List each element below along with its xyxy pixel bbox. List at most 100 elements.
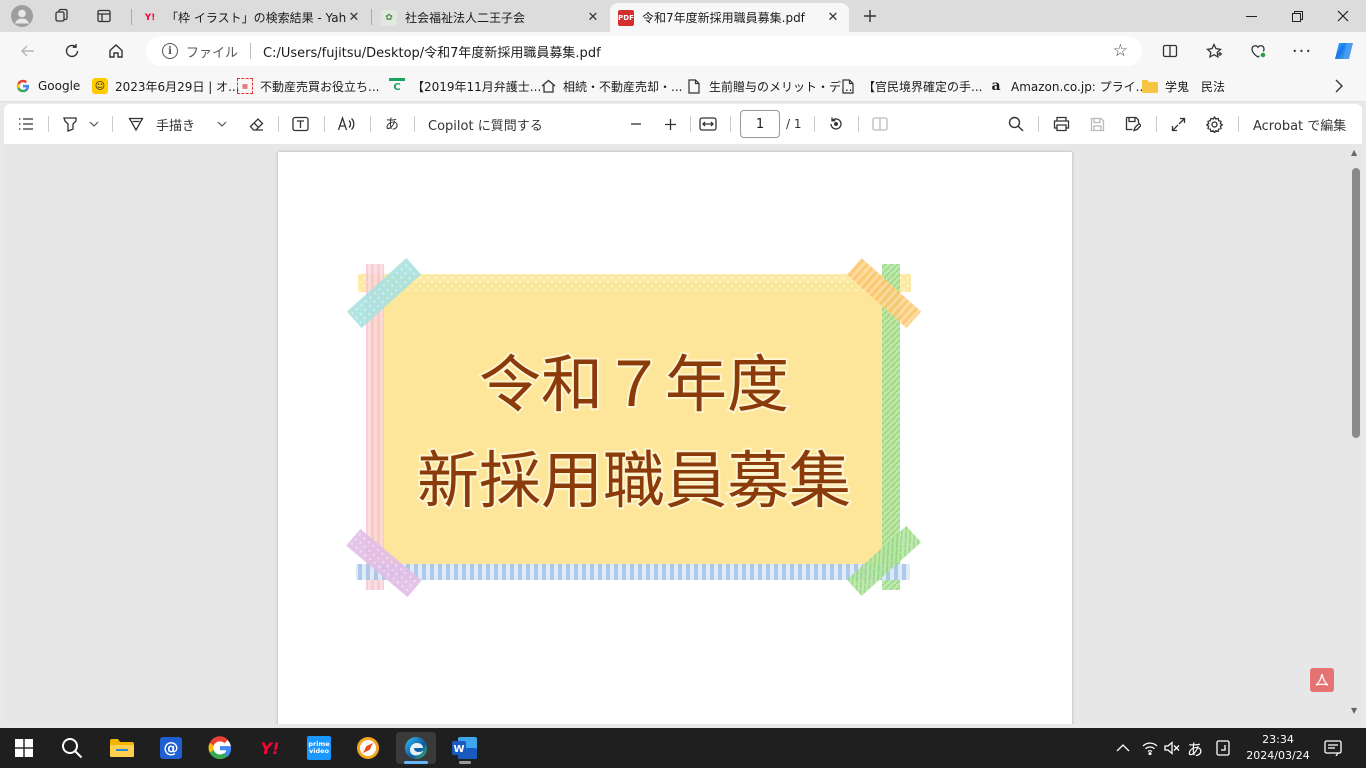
more-icon[interactable]: ···: [1288, 37, 1316, 65]
pdf-viewer: 令和７年度 新採用職員募集 ▲ ▼: [4, 144, 1362, 724]
close-tab-icon[interactable]: ✕: [825, 10, 841, 25]
svg-text:@: @: [164, 739, 179, 757]
system-clock[interactable]: 23:34 2024/03/24: [1244, 732, 1312, 764]
edge-browser-icon[interactable]: [396, 732, 436, 764]
fit-width-icon[interactable]: [696, 112, 720, 136]
restore-icon[interactable]: [1274, 0, 1320, 32]
search-taskbar-icon[interactable]: [52, 732, 92, 764]
favorites-bar: Google ☺ 2023年6月29日 | オ... ▦ 不動産売買お役立ち..…: [0, 70, 1366, 102]
favorite-label: 【2019年11月弁護士...: [412, 79, 542, 94]
tab-nioujikai[interactable]: ✿ 社会福祉法人二王子会 ✕: [373, 3, 609, 32]
notifications-icon[interactable]: [1324, 728, 1342, 768]
save-icon[interactable]: [1085, 112, 1109, 136]
svg-text:W: W: [453, 744, 464, 755]
fullscreen-icon[interactable]: [1166, 112, 1190, 136]
home-icon[interactable]: [102, 37, 130, 65]
workspaces-icon[interactable]: [49, 4, 75, 28]
close-tab-icon[interactable]: ✕: [585, 10, 601, 25]
highlight-dropdown-icon[interactable]: [86, 112, 102, 136]
text-box-icon[interactable]: [288, 112, 312, 136]
tab-strip: Y! 「枠 イラスト」の検索結果 - Yahoo!検 ✕ ✿ 社会福祉法人二王子…: [0, 0, 1366, 32]
prime-video-icon[interactable]: prime video: [299, 732, 339, 764]
volume-muted-icon[interactable]: [1164, 728, 1180, 768]
favorite-item[interactable]: ☺ 2023年6月29日 | オ...: [92, 77, 240, 95]
zoom-in-icon[interactable]: [658, 112, 682, 136]
vertical-scrollbar[interactable]: ▲ ▼: [1348, 144, 1362, 724]
info-icon[interactable]: i: [162, 43, 178, 59]
file-explorer-icon[interactable]: [102, 732, 142, 764]
search-icon[interactable]: [1004, 112, 1028, 136]
copilot-ask-button[interactable]: Copilot に質問する: [428, 112, 543, 136]
tab-pdf-active[interactable]: PDF 令和7年度新採用職員募集.pdf ✕: [610, 3, 849, 32]
translate-icon[interactable]: あ: [380, 112, 404, 136]
page-total-label: / 1: [786, 117, 802, 131]
compass-app-icon[interactable]: [348, 732, 388, 764]
address-bar[interactable]: i ファイル C:/Users/fujitsu/Desktop/令和7年度新採用…: [146, 36, 1142, 66]
folder-icon: [1142, 78, 1158, 94]
scrollbar-thumb[interactable]: [1352, 168, 1360, 438]
page-view-icon[interactable]: [868, 112, 892, 136]
save-as-icon[interactable]: [1121, 112, 1145, 136]
banner-title-line1: 令和７年度: [479, 348, 789, 421]
tab-title: 社会福祉法人二王子会: [405, 11, 526, 25]
new-tab-icon[interactable]: [857, 4, 883, 28]
clock-time: 23:34: [1262, 733, 1294, 746]
url-text[interactable]: C:/Users/fujitsu/Desktop/令和7年度新採用職員募集.pd…: [263, 42, 601, 61]
ime-indicator[interactable]: あ: [1187, 728, 1203, 768]
yahoo-taskbar-icon[interactable]: Y!: [250, 732, 290, 764]
browser-essentials-icon[interactable]: [1244, 37, 1272, 65]
minimize-icon[interactable]: [1228, 0, 1274, 32]
favorite-item[interactable]: 【官民境界確定の手...: [840, 77, 982, 95]
favorite-item[interactable]: C 【2019年11月弁護士...: [389, 77, 541, 95]
contents-icon[interactable]: [14, 112, 38, 136]
scroll-down-icon[interactable]: ▼: [1351, 706, 1359, 715]
print-icon[interactable]: [1049, 112, 1073, 136]
favorite-folder[interactable]: 学鬼 民法: [1142, 77, 1225, 95]
svg-text:video: video: [309, 747, 330, 755]
page-number-input[interactable]: 1: [740, 110, 780, 138]
start-windows-icon[interactable]: [4, 732, 44, 764]
favorite-item[interactable]: 生前贈与のメリット・デ...: [686, 77, 852, 95]
favorite-item[interactable]: a Amazon.co.jp: プライ...: [988, 77, 1147, 95]
rotate-icon[interactable]: [824, 112, 848, 136]
tab-actions-icon[interactable]: [91, 4, 117, 28]
eraser-icon[interactable]: [244, 112, 268, 136]
favorite-google[interactable]: Google: [15, 77, 80, 95]
favorite-item[interactable]: ▦ 不動産売買お役立ち...: [237, 77, 379, 95]
draw-icon[interactable]: [124, 112, 148, 136]
favorite-item[interactable]: 相続・不動産売却・...: [540, 77, 682, 95]
favorite-star-icon[interactable]: ☆: [1113, 41, 1128, 61]
draw-dropdown-icon[interactable]: [214, 112, 230, 136]
show-hidden-icons-icon[interactable]: [1116, 728, 1130, 768]
favorites-icon[interactable]: [1200, 37, 1228, 65]
read-aloud-icon[interactable]: [334, 112, 358, 136]
draw-label[interactable]: 手描き: [156, 112, 195, 136]
smiley-icon: ☺: [92, 78, 108, 94]
ime-mode-icon[interactable]: [1216, 728, 1230, 768]
mail-icon[interactable]: @: [151, 732, 191, 764]
word-icon[interactable]: W: [445, 732, 485, 764]
split-screen-icon[interactable]: [1156, 37, 1184, 65]
favorite-label: Amazon.co.jp: プライ...: [1011, 79, 1148, 94]
acrobat-icon[interactable]: [1310, 668, 1334, 692]
scroll-up-icon[interactable]: ▲: [1351, 148, 1359, 157]
pdf-page: 令和７年度 新採用職員募集: [278, 152, 1072, 724]
highlight-icon[interactable]: [58, 112, 82, 136]
settings-gear-icon[interactable]: [1202, 112, 1226, 136]
house-icon: [540, 78, 556, 94]
edit-in-acrobat-button[interactable]: Acrobat で編集: [1253, 112, 1346, 136]
profile-icon[interactable]: [9, 4, 35, 28]
close-window-icon[interactable]: [1320, 0, 1366, 32]
copilot-icon[interactable]: [1330, 37, 1358, 65]
close-tab-icon[interactable]: ✕: [346, 10, 362, 25]
back-icon[interactable]: [14, 37, 42, 65]
google-chrome-icon[interactable]: [200, 732, 240, 764]
site-scheme-label[interactable]: ファイル: [186, 42, 238, 61]
wifi-icon[interactable]: [1142, 728, 1158, 768]
refresh-icon[interactable]: [58, 37, 86, 65]
zoom-out-icon[interactable]: [624, 112, 648, 136]
tab-yahoo-search[interactable]: Y! 「枠 イラスト」の検索結果 - Yahoo!検 ✕: [134, 3, 370, 32]
favorite-label: 生前贈与のメリット・デ...: [709, 79, 853, 94]
favorites-overflow-icon[interactable]: [1334, 77, 1344, 95]
realestate-icon: ▦: [237, 78, 253, 94]
